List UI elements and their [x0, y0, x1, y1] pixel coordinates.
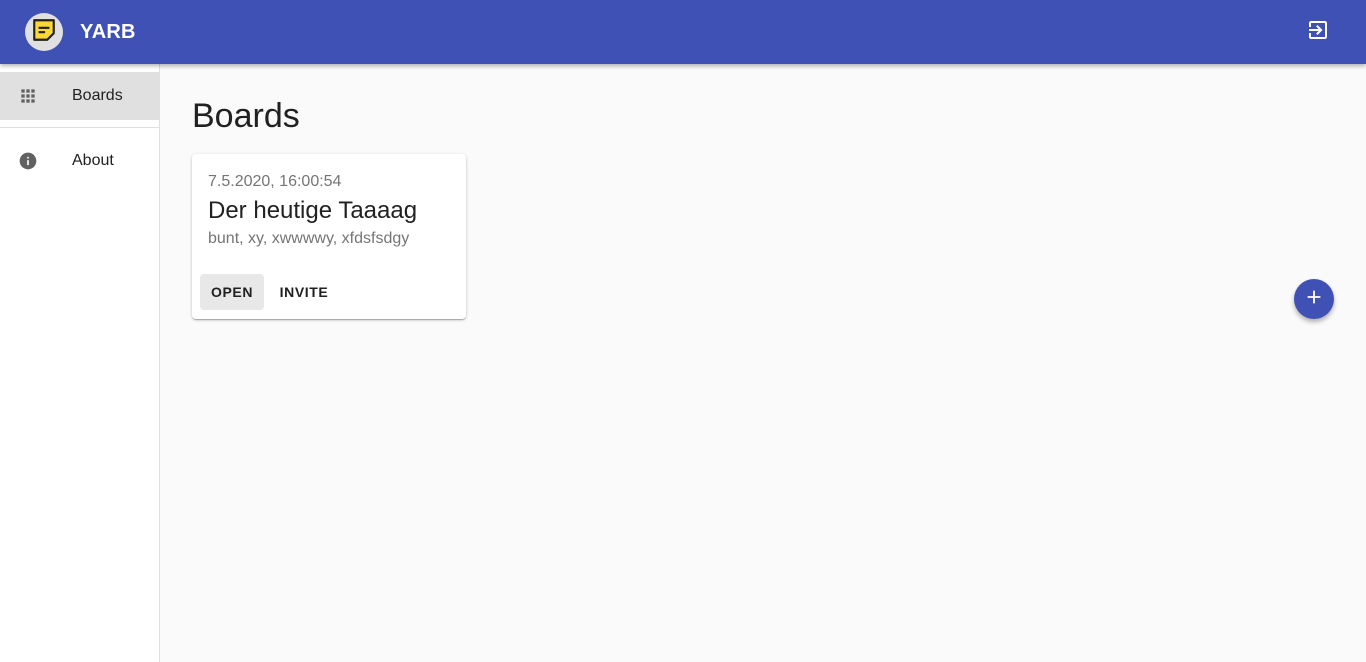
add-board-button[interactable] — [1294, 279, 1334, 319]
board-title: Der heutige Taaaag — [208, 197, 418, 224]
apps-grid-icon — [18, 86, 38, 106]
open-board-button[interactable]: OPEN — [200, 274, 264, 310]
add-icon — [1303, 286, 1325, 313]
app-title: YARB — [80, 21, 136, 43]
sidebar-item-about[interactable]: About — [0, 137, 159, 185]
sidebar-item-boards[interactable]: Boards — [0, 72, 159, 120]
logout-button[interactable] — [1298, 12, 1338, 52]
exit-icon — [1306, 18, 1330, 47]
board-tags: bunt, xy, xwwwwy, xfdsfsdgy — [208, 230, 410, 247]
page-title: Boards — [192, 97, 300, 135]
app-bar: YARB — [0, 0, 1366, 64]
board-card: 7.5.2020, 16:00:54 Der heutige Taaaag bu… — [192, 154, 466, 319]
board-date: 7.5.2020, 16:00:54 — [208, 173, 342, 190]
info-icon — [18, 151, 38, 171]
sidebar-item-label: About — [72, 152, 114, 169]
invite-button[interactable]: INVITE — [272, 274, 336, 310]
note-icon — [31, 17, 57, 48]
sidebar: Boards About — [0, 64, 160, 662]
sidebar-item-label: Boards — [72, 87, 123, 104]
app-logo — [25, 13, 63, 51]
sidebar-divider — [0, 127, 159, 128]
